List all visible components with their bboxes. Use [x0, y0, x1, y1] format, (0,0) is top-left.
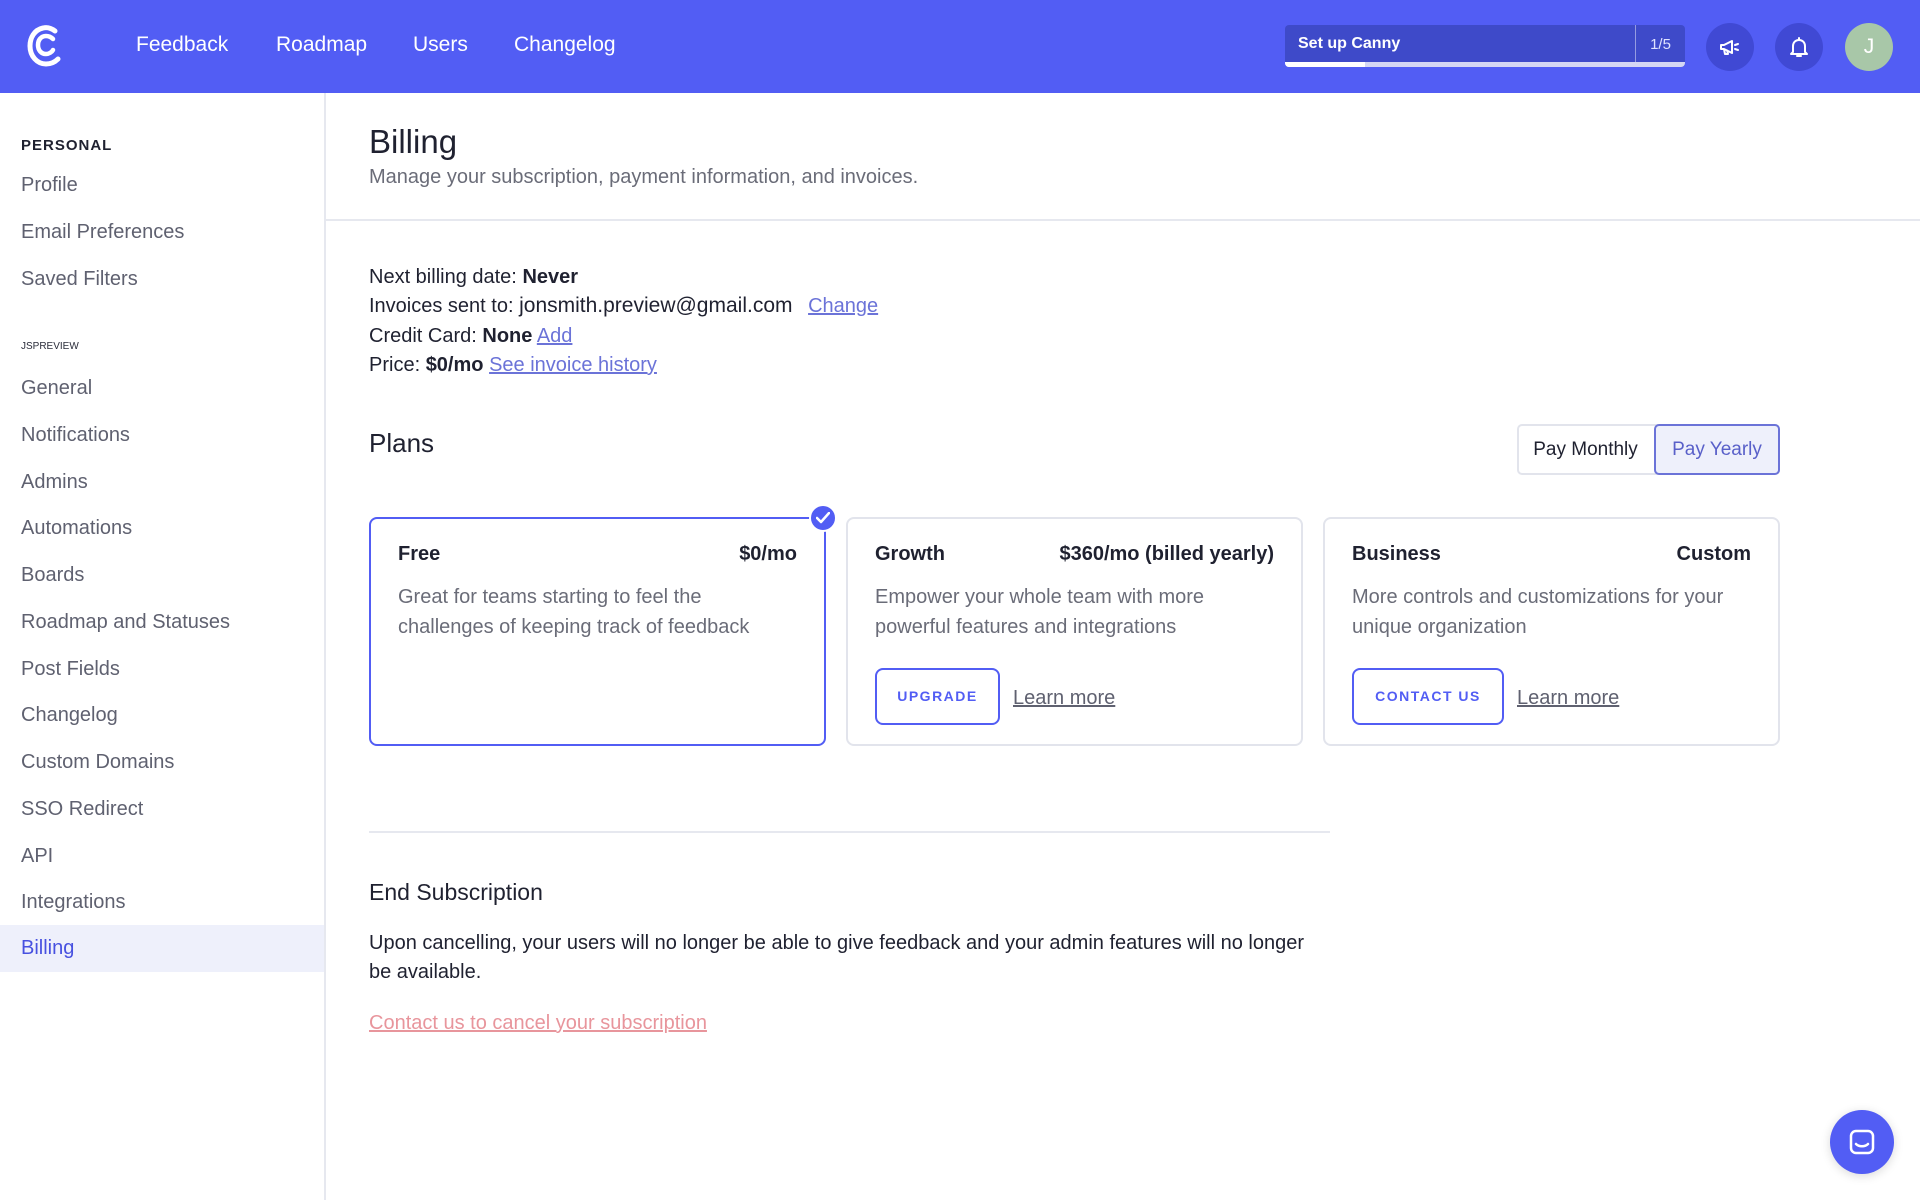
chat-icon: [1849, 1129, 1875, 1155]
change-email-link[interactable]: Change: [808, 295, 878, 317]
sidebar-item-custom-domains[interactable]: Custom Domains: [0, 739, 324, 786]
setup-progress-track: [1285, 62, 1685, 67]
sidebar-item-email-preferences[interactable]: Email Preferences: [0, 209, 324, 256]
nav-users[interactable]: Users: [413, 33, 468, 57]
plan-price: Custom: [1676, 543, 1751, 565]
credit-card-value: None: [482, 325, 533, 347]
plan-card-free[interactable]: Free $0/mo Great for teams starting to f…: [369, 517, 826, 746]
cancel-subscription-link[interactable]: Contact us to cancel your subscription: [369, 1012, 707, 1035]
price-value: $0/mo: [425, 354, 484, 376]
sidebar-item-boards[interactable]: Boards: [0, 552, 324, 599]
setup-canny-progress[interactable]: Set up Canny 1/5: [1285, 25, 1685, 67]
sidebar-item-sso-redirect[interactable]: SSO Redirect: [0, 786, 324, 833]
next-billing-value: Never: [522, 266, 579, 288]
sidebar-item-saved-filters[interactable]: Saved Filters: [0, 256, 324, 303]
sidebar-item-integrations[interactable]: Integrations: [0, 879, 324, 926]
upgrade-button[interactable]: UPGRADE: [875, 668, 1000, 725]
sidebar-item-api[interactable]: API: [0, 833, 324, 880]
pay-monthly-button[interactable]: Pay Monthly: [1517, 424, 1654, 475]
sidebar-item-roadmap-statuses[interactable]: Roadmap and Statuses: [0, 599, 324, 646]
invoices-label: Invoices sent to:: [369, 295, 514, 317]
chat-launcher-button[interactable]: [1830, 1110, 1894, 1174]
next-billing-line: Next billing date: Never: [369, 266, 578, 289]
nav-roadmap[interactable]: Roadmap: [276, 33, 367, 57]
plan-description: Great for teams starting to feel the cha…: [398, 586, 750, 638]
plan-name: Growth: [875, 543, 945, 565]
end-subscription-text: Upon cancelling, your users will no long…: [369, 932, 1304, 983]
announcements-button[interactable]: [1706, 23, 1754, 71]
end-subscription-title: End Subscription: [369, 879, 543, 905]
sidebar-item-billing[interactable]: Billing: [0, 925, 324, 972]
plan-name: Free: [398, 543, 441, 565]
sidebar-item-changelog[interactable]: Changelog: [0, 692, 324, 739]
billing-period-toggle: Pay Monthly Pay Yearly: [1517, 424, 1780, 475]
bell-icon: [1790, 37, 1808, 57]
plan-card-business[interactable]: Business Custom More controls and custom…: [1323, 517, 1780, 746]
nav-feedback[interactable]: Feedback: [136, 33, 228, 57]
invoice-history-link[interactable]: See invoice history: [489, 354, 657, 376]
plan-price: $360/mo (billed yearly): [1059, 543, 1274, 565]
section-divider: [369, 831, 1330, 833]
sidebar-item-admins[interactable]: Admins: [0, 459, 324, 506]
growth-learn-more-link[interactable]: Learn more: [1013, 687, 1115, 710]
plan-name: Business: [1352, 543, 1441, 565]
sidebar-item-post-fields[interactable]: Post Fields: [0, 646, 324, 693]
plan-description: More controls and customizations for you…: [1352, 586, 1724, 638]
sidebar-item-automations[interactable]: Automations: [0, 505, 324, 552]
selected-check-icon: [809, 504, 837, 532]
page-title: Billing: [369, 123, 458, 160]
plans-title: Plans: [369, 428, 435, 458]
setup-step-count: 1/5: [1650, 36, 1671, 53]
sidebar-heading-company: JSPREVIEW: [21, 341, 79, 352]
megaphone-icon: [1720, 40, 1739, 55]
add-card-link[interactable]: Add: [537, 325, 573, 347]
setup-progress-fill: [1285, 62, 1365, 67]
price-label: Price:: [369, 354, 421, 376]
contact-us-button[interactable]: CONTACT US: [1352, 668, 1504, 725]
plan-description: Empower your whole team with more powerf…: [875, 586, 1205, 638]
sidebar-heading-personal: PERSONAL: [21, 137, 113, 154]
invoices-line: Invoices sent to: jonsmith.preview@gmail…: [369, 294, 878, 318]
next-billing-label: Next billing date:: [369, 266, 517, 288]
header-divider: [326, 219, 1920, 221]
pay-yearly-button[interactable]: Pay Yearly: [1654, 424, 1780, 475]
credit-card-line: Credit Card: None Add: [369, 325, 572, 348]
setup-label: Set up Canny: [1298, 35, 1401, 52]
sidebar-item-profile[interactable]: Profile: [0, 162, 324, 209]
user-avatar[interactable]: J: [1845, 23, 1893, 71]
sidebar-item-general[interactable]: General: [0, 365, 324, 412]
plan-price: $0/mo: [739, 543, 797, 565]
page-subtitle: Manage your subscription, payment inform…: [369, 166, 919, 188]
nav-changelog[interactable]: Changelog: [514, 33, 616, 57]
sidebar-item-notifications[interactable]: Notifications: [0, 412, 324, 459]
plan-card-growth[interactable]: Growth $360/mo (billed yearly) Empower y…: [846, 517, 1303, 746]
notifications-button[interactable]: [1775, 23, 1823, 71]
business-learn-more-link[interactable]: Learn more: [1517, 687, 1619, 710]
canny-logo-icon[interactable]: [25, 23, 67, 69]
credit-card-label: Credit Card:: [369, 325, 477, 347]
price-line: Price: $0/mo See invoice history: [369, 354, 657, 377]
invoices-email: jonsmith.preview@gmail.com: [519, 294, 793, 317]
settings-sidebar: PERSONAL Profile Email Preferences Saved…: [0, 93, 326, 1200]
top-nav-bar: Feedback Roadmap Users Changelog Set up …: [0, 0, 1920, 93]
